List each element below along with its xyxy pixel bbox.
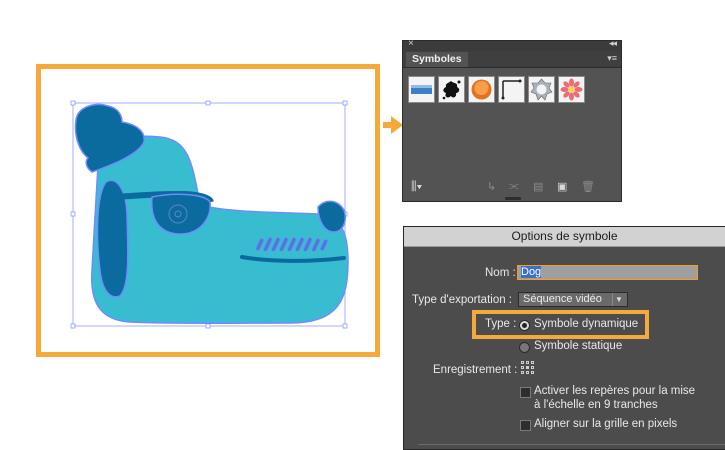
new-symbol-icon[interactable]: ▣ <box>557 180 567 193</box>
registration-point-grid[interactable] <box>521 361 535 375</box>
name-value: Dog <box>521 266 542 278</box>
export-type-label: Type d'exportation : <box>412 294 513 306</box>
radio-static-label: Symbole statique <box>534 340 623 352</box>
panel-tab-row: Symboles ▾≡ <box>403 51 621 68</box>
orange-button-symbol[interactable] <box>468 76 495 103</box>
symbol-swatches <box>408 76 592 104</box>
registration-label: Enregistrement : <box>433 364 518 376</box>
name-field[interactable]: Dog <box>517 265 698 280</box>
gear-ring-symbol[interactable] <box>528 76 555 103</box>
checkbox-9-slice-label-line2: à l'échelle en 9 tranches <box>534 399 658 411</box>
radio-static-symbol[interactable] <box>519 342 530 353</box>
ink-splat-symbol[interactable] <box>438 76 465 103</box>
dog-body <box>90 135 349 324</box>
corner-frame-symbol[interactable] <box>498 76 525 103</box>
type-highlight-frame <box>472 310 649 339</box>
panel-title-bar: × ◂◂ <box>403 38 621 51</box>
name-label: Nom : <box>485 267 516 279</box>
dialog-title: Options de symbole <box>404 227 725 247</box>
dialog-divider <box>418 444 725 445</box>
panel-menu-icon[interactable]: ▾≡ <box>607 53 617 64</box>
close-icon[interactable]: × <box>408 38 414 49</box>
checkbox-9-slice[interactable] <box>520 387 531 398</box>
symbols-panel: × ◂◂ Symboles ▾≡ ⫼▾ ↳ ⫘ ▤ ▣ 🗑 <box>402 38 622 202</box>
break-link-icon[interactable]: ⫘ <box>509 180 519 193</box>
checkbox-pixel-grid[interactable] <box>520 420 531 431</box>
export-type-select[interactable]: Séquence vidéo ▼ <box>518 292 628 307</box>
place-symbol-icon[interactable]: ↳ <box>487 180 496 193</box>
panel-footer: ⫼▾ ↳ ⫘ ▤ ▣ 🗑 <box>403 177 621 201</box>
export-type-value: Séquence vidéo <box>523 293 602 305</box>
checkbox-9-slice-label-line1: Activer les repères pour la mise <box>534 385 696 397</box>
blue-bar-symbol[interactable] <box>408 76 435 103</box>
checkbox-pixel-grid-label: Aligner sur la grille en pixels <box>534 418 678 430</box>
pink-flower-symbol[interactable] <box>558 76 585 103</box>
collapse-icon[interactable]: ◂◂ <box>609 38 617 49</box>
tab-symbols[interactable]: Symboles <box>406 52 468 67</box>
trash-icon[interactable]: 🗑 <box>581 180 595 193</box>
resize-grip[interactable] <box>505 197 521 200</box>
chevron-down-icon: ▼ <box>612 293 625 306</box>
symbol-options-icon[interactable]: ▤ <box>533 180 543 193</box>
symbol-library-icon[interactable]: ⫼▾ <box>411 179 422 194</box>
arrow-right-icon <box>383 116 403 134</box>
